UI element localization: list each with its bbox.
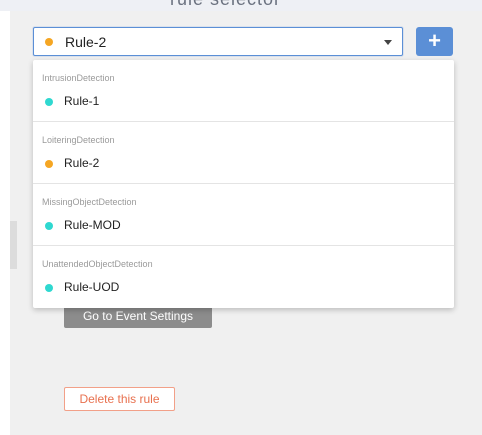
add-rule-button[interactable]: + [416,27,453,56]
group-header: UnattendedObjectDetection [42,259,153,269]
dropdown-group-intrusion-detection: IntrusionDetection Rule-1 [33,60,454,122]
selected-rule-color-dot [45,38,53,46]
rule-dropdown-menu: IntrusionDetection Rule-1 LoiteringDetec… [33,60,454,308]
dropdown-option-rule-mod[interactable]: Rule-MOD [33,214,454,238]
rule-color-dot [45,98,53,106]
chevron-down-icon[interactable] [384,40,392,45]
rule-color-dot [45,284,53,292]
rule-color-dot [45,222,53,230]
dropdown-group-missing-object-detection: MissingObjectDetection Rule-MOD [33,184,454,246]
selected-rule-label: Rule-2 [65,34,107,50]
rule-select[interactable]: Rule-2 [33,27,403,56]
option-label: Rule-2 [64,156,100,170]
dropdown-option-rule-2[interactable]: Rule-2 [33,152,454,176]
dropdown-option-rule-1[interactable]: Rule-1 [33,90,454,114]
option-label: Rule-MOD [64,218,121,232]
rule-color-dot [45,160,53,168]
delete-rule-button[interactable]: Delete this rule [64,387,175,411]
dropdown-option-rule-uod[interactable]: Rule-UOD [33,276,454,300]
go-to-event-settings-button[interactable]: Go to Event Settings [64,305,212,328]
option-label: Rule-1 [64,94,100,108]
top-banner: rule selector [0,0,482,11]
panel-edge-marker [10,221,17,269]
page-title: rule selector [170,0,281,10]
group-header: MissingObjectDetection [42,197,137,207]
option-label: Rule-UOD [64,280,120,294]
dropdown-group-unattended-object-detection: UnattendedObjectDetection Rule-UOD [33,246,454,308]
dropdown-group-loitering-detection: LoiteringDetection Rule-2 [33,122,454,184]
group-header: IntrusionDetection [42,73,115,83]
group-header: LoiteringDetection [42,135,115,145]
